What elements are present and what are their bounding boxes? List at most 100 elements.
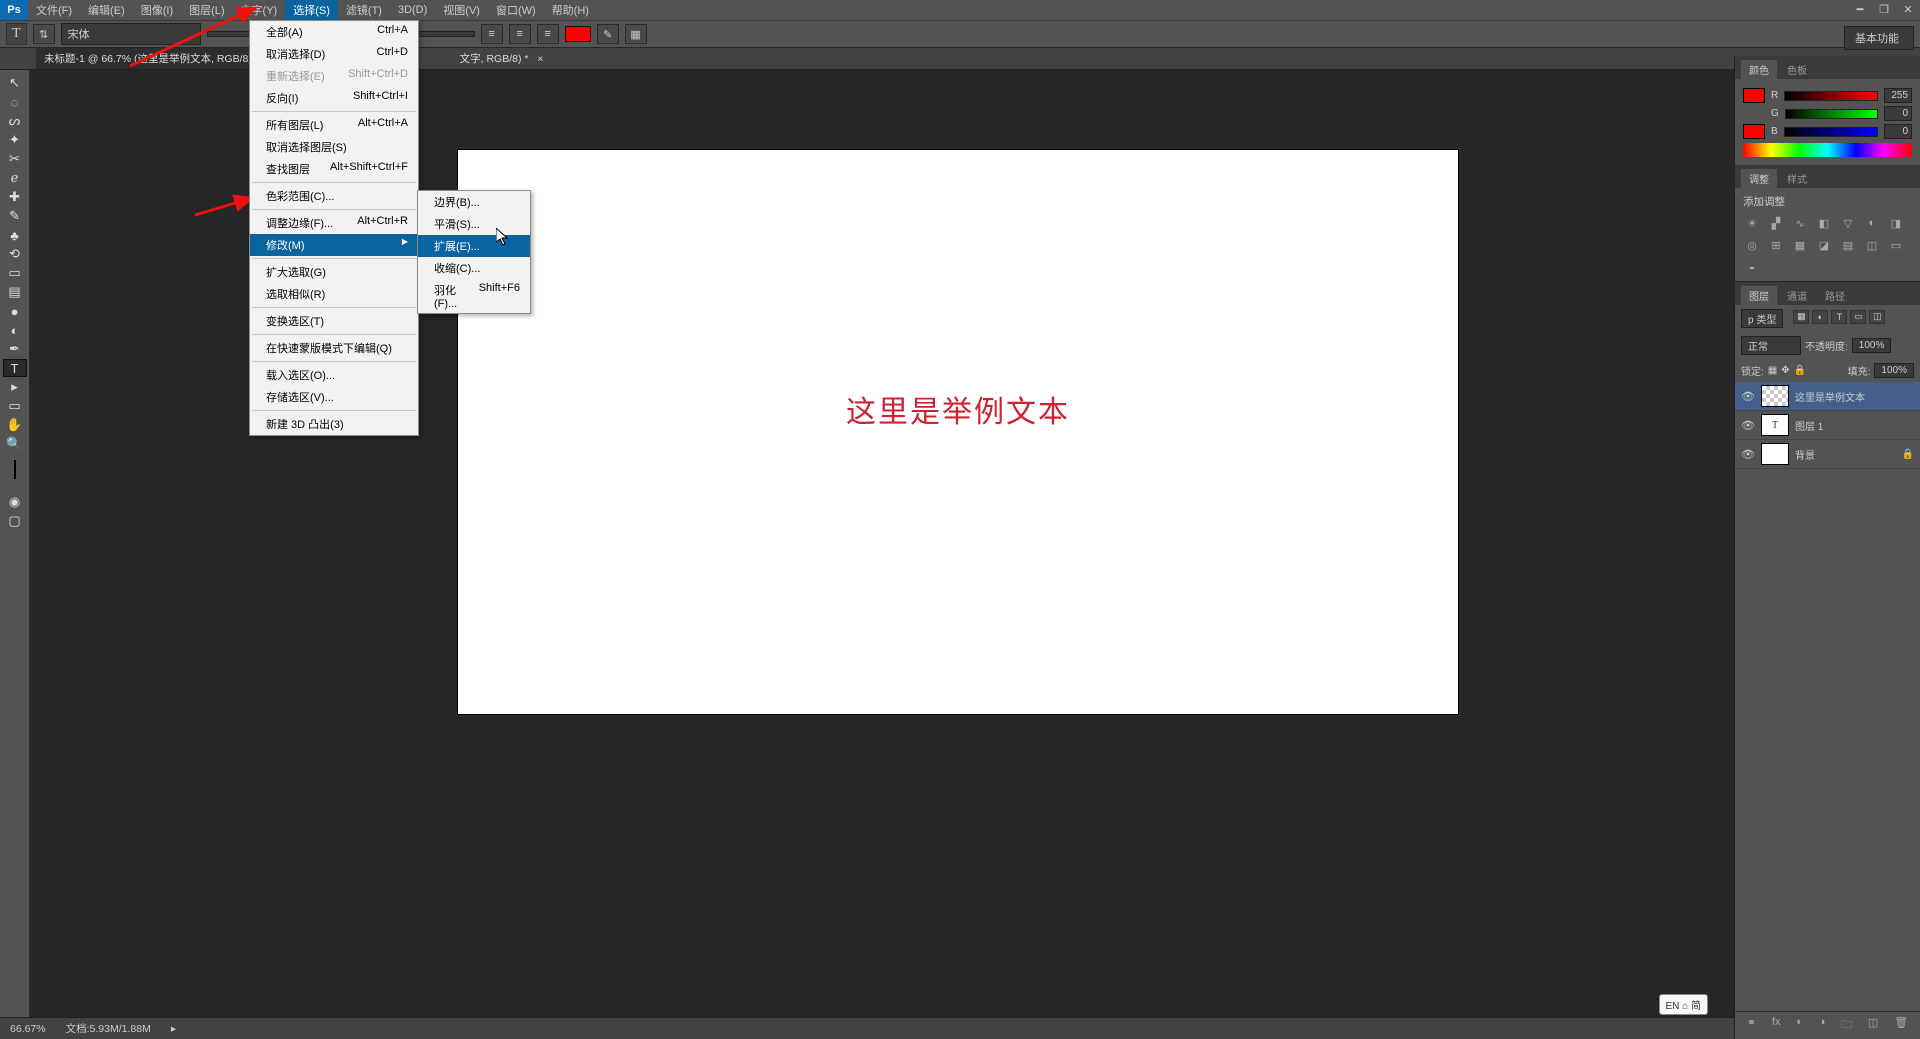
bg-swatch[interactable] [1743, 124, 1765, 139]
tab-paths[interactable]: 路径 [1817, 286, 1853, 305]
select-reselect[interactable]: 重新选择(E)Shift+Ctrl+D [250, 65, 418, 87]
select-find-layers[interactable]: 查找图层Alt+Shift+Ctrl+F [250, 158, 418, 180]
close-button[interactable]: ✕ [1896, 0, 1920, 18]
layer-thumb[interactable] [1761, 443, 1789, 465]
text-orientation-toggle[interactable]: ⇅ [33, 24, 55, 44]
gradient-tool[interactable]: ▤ [3, 283, 27, 301]
select-grow[interactable]: 扩大选取(G) [250, 261, 418, 283]
adj-exposure-icon[interactable]: ◧ [1815, 215, 1833, 231]
modify-border[interactable]: 边界(B)... [418, 191, 530, 213]
modify-smooth[interactable]: 平滑(S)... [418, 213, 530, 235]
tab-close-icon[interactable]: × [537, 54, 543, 65]
adj-vibrance-icon[interactable]: ▽ [1839, 215, 1857, 231]
document-canvas[interactable]: 这里是举例文本 [458, 150, 1458, 714]
eyedropper-tool[interactable]: ℯ [3, 169, 27, 187]
document-tab-1[interactable]: 未标题-1 @ 66.7% (这里是举例文本, RGB/8) * × [36, 48, 282, 69]
foreground-color[interactable] [14, 460, 16, 479]
menu-window[interactable]: 窗口(W) [488, 0, 544, 21]
zoom-tool[interactable]: 🔍 [3, 435, 27, 453]
new-group-icon[interactable]: 🗀 [1841, 1016, 1852, 1035]
move-tool[interactable]: ↖ [3, 74, 27, 92]
select-new-3d[interactable]: 新建 3D 凸出(3) [250, 413, 418, 435]
font-family-select[interactable]: 宋体 [61, 23, 201, 45]
adj-gradient-map-icon[interactable]: ▭ [1887, 237, 1905, 253]
link-layers-icon[interactable]: ⚭ [1747, 1016, 1756, 1035]
select-save[interactable]: 存储选区(V)... [250, 386, 418, 408]
visibility-toggle[interactable]: 👁 [1741, 390, 1755, 403]
adj-invert-icon[interactable]: ◪ [1815, 237, 1833, 253]
menu-help[interactable]: 帮助(H) [544, 0, 597, 21]
adj-photo-filter-icon[interactable]: ◎ [1743, 237, 1761, 253]
menu-file[interactable]: 文件(F) [28, 0, 80, 21]
filter-pixel-icon[interactable]: ▦ [1793, 310, 1809, 324]
eraser-tool[interactable]: ▭ [3, 264, 27, 282]
menu-image[interactable]: 图像(I) [133, 0, 181, 21]
antialias-select[interactable] [415, 31, 475, 37]
menu-type[interactable]: 文字(Y) [233, 0, 286, 21]
tab-color[interactable]: 颜色 [1741, 60, 1777, 79]
modify-feather[interactable]: 羽化(F)...Shift+F6 [418, 279, 530, 313]
filter-adjust-icon[interactable]: ◐ [1812, 310, 1828, 324]
select-transform[interactable]: 变换选区(T) [250, 310, 418, 332]
menu-select[interactable]: 选择(S) [285, 0, 338, 21]
tab-swatches[interactable]: 色板 [1779, 60, 1815, 79]
blur-tool[interactable]: ● [3, 302, 27, 320]
lock-pixels-icon[interactable]: ▦ [1768, 365, 1777, 376]
status-arrow-icon[interactable]: ▸ [171, 1023, 176, 1035]
visibility-toggle[interactable]: 👁 [1741, 448, 1755, 461]
menu-edit[interactable]: 编辑(E) [80, 0, 133, 21]
history-brush-tool[interactable]: ⟲ [3, 245, 27, 263]
select-all-layers[interactable]: 所有图层(L)Alt+Ctrl+A [250, 114, 418, 136]
layer-name[interactable]: 这里是举例文本 [1795, 389, 1914, 404]
r-slider[interactable] [1784, 91, 1878, 101]
menu-view[interactable]: 视图(V) [435, 0, 488, 21]
layer-mask-icon[interactable]: ◐ [1796, 1016, 1803, 1035]
select-color-range[interactable]: 色彩范围(C)... [250, 185, 418, 207]
align-right-button[interactable]: ≡ [537, 24, 559, 44]
screen-mode-toggle[interactable]: ▢ [3, 512, 27, 530]
b-slider[interactable] [1784, 127, 1878, 137]
tool-indicator[interactable]: T [6, 23, 27, 45]
select-deselect[interactable]: 取消选择(D)Ctrl+D [250, 43, 418, 65]
adj-curves-icon[interactable]: ∿ [1791, 215, 1809, 231]
layer-filter-type[interactable]: p 类型 [1741, 309, 1783, 328]
opacity-value[interactable]: 100% [1852, 338, 1892, 353]
fg-swatch[interactable] [1743, 88, 1765, 103]
select-deselect-layers[interactable]: 取消选择图层(S) [250, 136, 418, 158]
lasso-tool[interactable]: ᔕ [3, 112, 27, 130]
select-refine-edge[interactable]: 调整边缘(F)...Alt+Ctrl+R [250, 212, 418, 234]
new-layer-icon[interactable]: ◫ [1868, 1016, 1878, 1035]
zoom-level[interactable]: 66.67% [10, 1023, 46, 1035]
character-panel-button[interactable]: ▦ [625, 24, 647, 44]
layer-row-selected[interactable]: 👁 这里是举例文本 [1735, 382, 1920, 411]
filter-smart-icon[interactable]: ◫ [1869, 310, 1885, 324]
doc-size[interactable]: 文档:5.93M/1.88M [66, 1021, 151, 1036]
new-fill-icon[interactable]: ◑ [1819, 1016, 1826, 1035]
layer-row[interactable]: 👁 T 图层 1 [1735, 411, 1920, 440]
menu-filter[interactable]: 滤镜(T) [338, 0, 390, 21]
hand-tool[interactable]: ✋ [3, 416, 27, 434]
adj-brightness-icon[interactable]: ☀ [1743, 215, 1761, 231]
text-color-swatch[interactable] [565, 26, 591, 42]
adj-channel-mixer-icon[interactable]: ⊞ [1767, 237, 1785, 253]
adj-threshold-icon[interactable]: ◫ [1863, 237, 1881, 253]
maximize-button[interactable]: ❐ [1872, 0, 1896, 18]
layer-name[interactable]: 背景 [1795, 447, 1896, 462]
adj-selective-color-icon[interactable]: ◒ [1743, 259, 1761, 275]
align-left-button[interactable]: ≡ [481, 24, 503, 44]
r-value[interactable]: 255 [1884, 88, 1912, 103]
align-center-button[interactable]: ≡ [509, 24, 531, 44]
document-tab-2[interactable]: 文字, RGB/8) * × [452, 48, 552, 69]
adj-color-lookup-icon[interactable]: ▦ [1791, 237, 1809, 253]
g-slider[interactable] [1785, 109, 1878, 119]
tab-channels[interactable]: 通道 [1779, 286, 1815, 305]
delete-layer-icon[interactable]: 🗑 [1894, 1016, 1908, 1035]
crop-tool[interactable]: ✂ [3, 150, 27, 168]
warp-text-button[interactable]: ✎ [597, 24, 619, 44]
lock-position-icon[interactable]: ✥ [1781, 365, 1789, 376]
select-modify[interactable]: 修改(M) [250, 234, 418, 256]
select-inverse[interactable]: 反向(I)Shift+Ctrl+I [250, 87, 418, 109]
filter-type-icon[interactable]: T [1831, 310, 1847, 324]
layer-thumb[interactable] [1761, 385, 1789, 407]
marquee-tool[interactable]: ◌ [3, 93, 27, 111]
